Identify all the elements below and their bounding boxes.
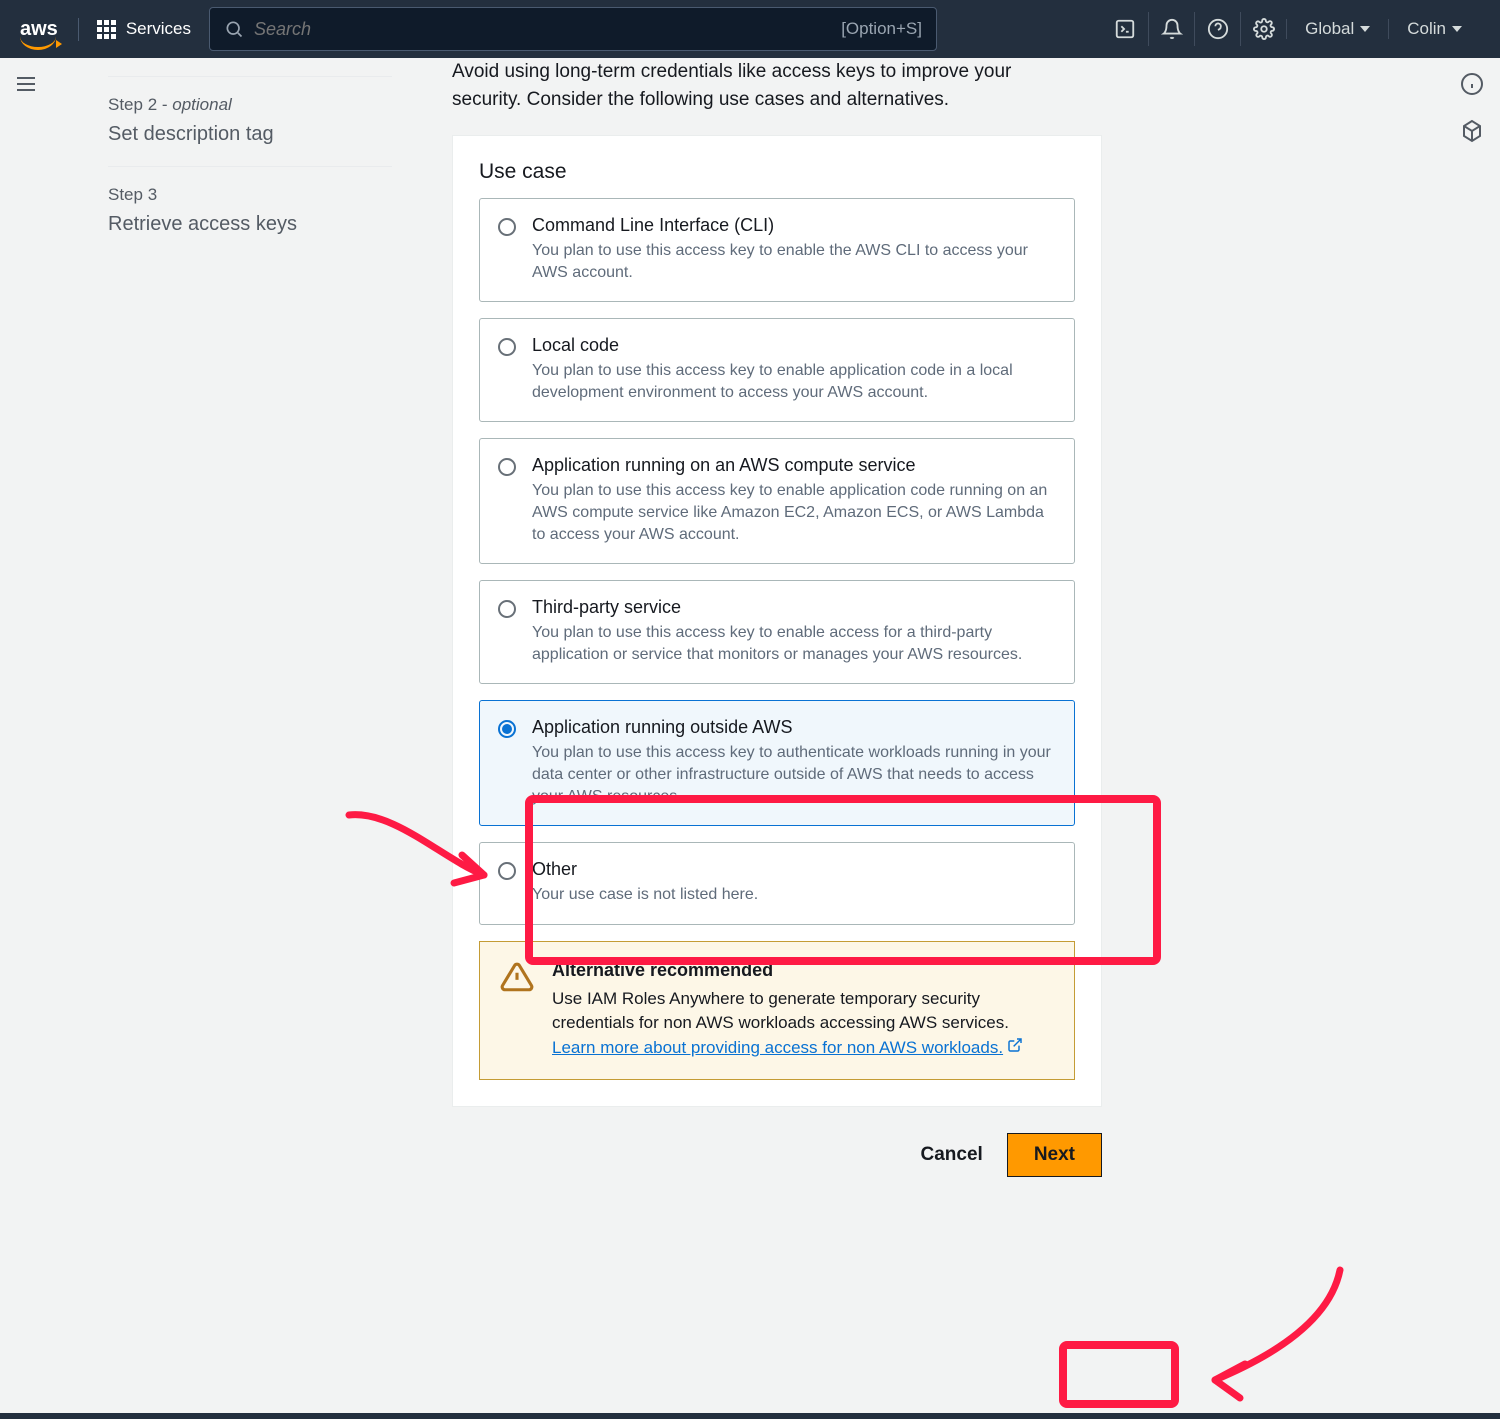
- services-menu[interactable]: Services: [97, 19, 191, 39]
- external-link-icon: [1007, 1036, 1023, 1061]
- step-label: Step 3: [108, 185, 392, 205]
- sidebar-toggle-rail: [0, 58, 52, 1201]
- usecase-desc: You plan to use this access key to enabl…: [532, 360, 1056, 403]
- account-menu[interactable]: Colin: [1388, 19, 1480, 39]
- usecase-title: Application running outside AWS: [532, 717, 1056, 738]
- search-box[interactable]: [Option+S]: [209, 7, 937, 51]
- help-icon[interactable]: [1194, 12, 1240, 46]
- usecase-desc: You plan to use this access key to enabl…: [532, 240, 1056, 283]
- search-input[interactable]: [254, 19, 841, 40]
- radio-icon: [498, 862, 516, 880]
- wizard-steps-sidebar: Step 2 - optional Set description tag St…: [52, 58, 452, 1201]
- footer-bar: [0, 1413, 1500, 1419]
- radio-icon: [498, 338, 516, 356]
- usecase-option-1[interactable]: Local code You plan to use this access ke…: [479, 318, 1075, 422]
- usecase-desc: Your use case is not listed here.: [532, 884, 758, 906]
- step-title: Retrieve access keys: [108, 211, 392, 238]
- panel-heading: Use case: [479, 160, 1075, 184]
- wizard-actions: Cancel Next: [452, 1107, 1102, 1201]
- warning-icon: [500, 960, 534, 1061]
- usecase-option-2[interactable]: Application running on an AWS compute se…: [479, 438, 1075, 564]
- radio-icon: [498, 720, 516, 738]
- services-label: Services: [126, 19, 191, 39]
- cancel-button[interactable]: Cancel: [921, 1144, 983, 1166]
- alternative-recommended-alert: Alternative recommended Use IAM Roles An…: [479, 941, 1075, 1080]
- tutorials-icon[interactable]: [1444, 119, 1500, 148]
- usecase-title: Command Line Interface (CLI): [532, 215, 1056, 236]
- usecase-title: Other: [532, 859, 758, 880]
- usecase-desc: You plan to use this access key to enabl…: [532, 622, 1056, 665]
- settings-icon[interactable]: [1240, 12, 1286, 46]
- usecase-option-0[interactable]: Command Line Interface (CLI) You plan to …: [479, 198, 1075, 302]
- next-button[interactable]: Next: [1007, 1133, 1102, 1177]
- aws-logo[interactable]: aws: [20, 18, 79, 41]
- search-shortcut: [Option+S]: [841, 19, 922, 39]
- usecase-option-5[interactable]: Other Your use case is not listed here.: [479, 842, 1075, 925]
- alert-body: Use IAM Roles Anywhere to generate tempo…: [552, 987, 1054, 1061]
- usecase-title: Application running on an AWS compute se…: [532, 455, 1056, 476]
- page-shell: Step 2 - optional Set description tag St…: [0, 58, 1500, 1201]
- services-grid-icon: [97, 20, 116, 39]
- usecase-title: Third-party service: [532, 597, 1056, 618]
- intro-text: Avoid using long-term credentials like a…: [452, 58, 1092, 113]
- annotation-arrow-next: [1190, 1260, 1360, 1410]
- step-label: Step 2 - optional: [108, 95, 392, 115]
- nav-utility-icons: [1102, 12, 1286, 46]
- usecase-title: Local code: [532, 335, 1056, 356]
- wizard-step-2[interactable]: Step 2 - optional Set description tag: [108, 77, 392, 167]
- radio-icon: [498, 218, 516, 236]
- cloudshell-icon[interactable]: [1102, 12, 1148, 46]
- usecase-panel: Use case Command Line Interface (CLI) You…: [452, 135, 1102, 1107]
- usecase-option-4[interactable]: Application running outside AWS You plan …: [479, 700, 1075, 826]
- caret-down-icon: [1360, 26, 1370, 32]
- region-selector[interactable]: Global: [1286, 19, 1388, 39]
- user-label: Colin: [1407, 19, 1446, 39]
- info-icon[interactable]: [1444, 72, 1500, 101]
- usecase-desc: You plan to use this access key to enabl…: [532, 480, 1056, 545]
- right-help-rail: [1444, 58, 1500, 1201]
- radio-icon: [498, 458, 516, 476]
- step-title: Set description tag: [108, 121, 392, 148]
- top-nav: aws Services [Option+S] Global Colin: [0, 0, 1500, 58]
- notifications-icon[interactable]: [1148, 12, 1194, 46]
- annotation-highlight-next: [1059, 1341, 1179, 1408]
- usecase-desc: You plan to use this access key to authe…: [532, 742, 1056, 807]
- usecase-option-3[interactable]: Third-party service You plan to use this …: [479, 580, 1075, 684]
- main-content: Avoid using long-term credentials like a…: [452, 58, 1444, 1201]
- alert-link[interactable]: Learn more about providing access for no…: [552, 1038, 1023, 1057]
- caret-down-icon: [1452, 26, 1462, 32]
- region-label: Global: [1305, 19, 1354, 39]
- radio-icon: [498, 600, 516, 618]
- alert-title: Alternative recommended: [552, 960, 1054, 981]
- wizard-step-3[interactable]: Step 3 Retrieve access keys: [108, 167, 392, 256]
- wizard-step-1[interactable]: [108, 58, 392, 77]
- search-icon: [224, 19, 244, 39]
- hamburger-icon[interactable]: [14, 72, 38, 96]
